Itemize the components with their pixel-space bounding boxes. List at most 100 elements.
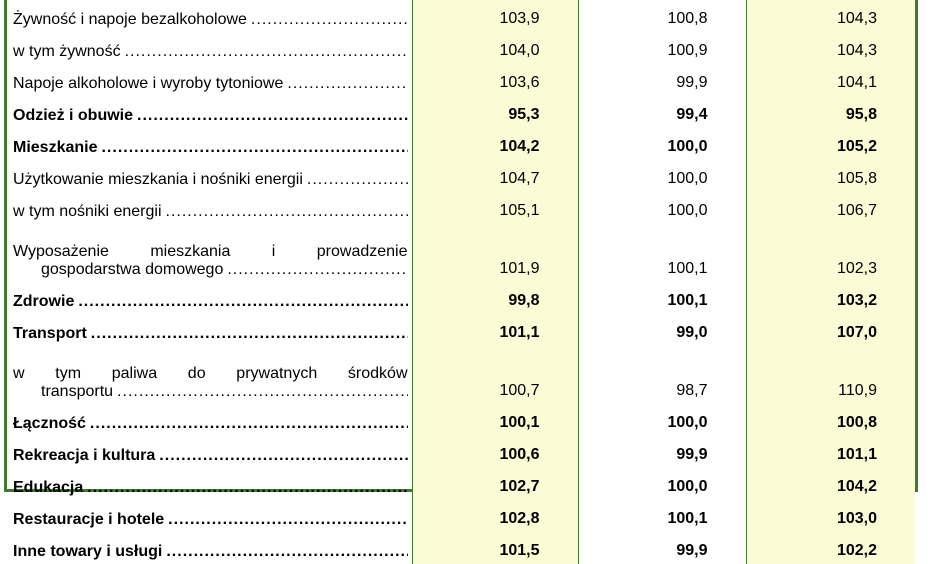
row-label: Odzież i obuwie [13,107,134,124]
price-index-table: Żywność i napoje bezalkoholowe103,9100,8… [7,0,915,564]
table-row: Zdrowie 99,8100,1103,2 [7,282,915,314]
row-label-cell: w tym żywność [7,32,412,64]
value-cell-v1: 99,8 [411,282,578,314]
value-cell-v3: 104,3 [745,0,915,32]
value-cell-v3: 105,2 [745,128,915,160]
value-cell-v1: 101,5 [411,532,578,564]
row-label: Edukacja [13,479,84,496]
row-label: w tym nośniki energii [13,203,162,220]
row-label: Restauracje i hotele [13,511,165,528]
table-row: w tym żywność 104,0100,9104,3 [7,32,915,64]
row-label: Rekreacja i kultura [13,447,156,464]
value-cell-v3: 100,8 [745,404,915,436]
dot-leader [90,415,408,433]
row-label-cell: Restauracje i hotele [7,500,412,532]
value-cell-v3: 104,2 [745,468,915,500]
row-label: Mieszkanie [13,139,98,156]
table-row: Transport 101,199,0107,0 [7,314,915,346]
value-cell-v1: 95,3 [411,96,578,128]
value-cell-v1: 104,0 [411,32,578,64]
dot-leader [166,543,407,561]
value-cell-v1: 101,1 [411,314,578,346]
value-cell-v1: 104,2 [411,128,578,160]
row-label: Inne towary i usługi [13,543,163,560]
row-label: w tym żywność [13,43,121,60]
table-row: Żywność i napoje bezalkoholowe 103,9100,8… [7,0,915,32]
value-cell-v2: 100,0 [577,192,746,224]
dot-leader [168,511,407,529]
value-cell-v1: 102,8 [411,500,578,532]
value-cell-v1: 103,6 [411,64,578,96]
row-label-cell: Wyposażenie mieszkania i prowadzenie gosp… [7,224,412,282]
row-label-line: Wyposażenie mieszkania i prowadzenie [13,243,408,260]
row-label-line: w tym paliwa do prywatnych środków [13,365,408,382]
value-cell-v3: 107,0 [745,314,915,346]
table-row: Napoje alkoholowe i wyroby tytoniowe 103,… [7,64,915,96]
row-label-cell: Żywność i napoje bezalkoholowe [7,0,412,32]
row-label: Napoje alkoholowe i wyroby tytoniowe [13,75,284,92]
value-cell-v1: 100,7 [411,346,578,404]
row-label-cell: Edukacja [7,468,412,500]
table-row: Mieszkanie 104,2100,0105,2 [7,128,915,160]
row-label-cell: w tym paliwa do prywatnych środków transp… [7,346,412,404]
table-row: Wyposażenie mieszkania i prowadzenie gosp… [7,224,915,282]
dot-leader [307,171,408,189]
dot-leader [166,203,408,221]
dot-leader [287,75,407,93]
value-cell-v2: 100,1 [577,224,746,282]
row-label-cell: Inne towary i usługi [7,532,412,564]
value-cell-v2: 100,1 [577,282,746,314]
row-label-cell: Użytkowanie mieszkania i nośniki energii [7,160,412,192]
value-cell-v3: 102,2 [745,532,915,564]
dot-leader [101,139,407,157]
dot-leader [251,11,408,29]
value-cell-v1: 105,1 [411,192,578,224]
table-row: Użytkowanie mieszkania i nośniki energii… [7,160,915,192]
value-cell-v3: 103,0 [745,500,915,532]
table-row: Odzież i obuwie 95,399,495,8 [7,96,915,128]
row-label: Zdrowie [13,293,75,310]
row-label-cell: Transport [7,314,412,346]
row-label: Transport [13,325,87,342]
value-cell-v1: 104,7 [411,160,578,192]
dot-leader [87,479,407,497]
row-label-cell: Rekreacja i kultura [7,436,412,468]
value-cell-v2: 99,4 [577,96,746,128]
table-row: w tym nośniki energii 105,1100,0106,7 [7,192,915,224]
value-cell-v3: 101,1 [745,436,915,468]
table-row: Łączność 100,1100,0100,8 [7,404,915,436]
value-cell-v2: 100,8 [577,0,746,32]
value-cell-v1: 103,9 [411,0,578,32]
value-cell-v3: 95,8 [745,96,915,128]
value-cell-v1: 102,7 [411,468,578,500]
table-row: Restauracje i hotele 102,8100,1103,0 [7,500,915,532]
value-cell-v2: 100,9 [577,32,746,64]
value-cell-v2: 99,0 [577,314,746,346]
value-cell-v3: 110,9 [745,346,915,404]
value-cell-v3: 103,2 [745,282,915,314]
table-row: Edukacja 102,7100,0104,2 [7,468,915,500]
value-cell-v2: 100,0 [577,128,746,160]
dot-leader [91,325,408,343]
table-row: w tym paliwa do prywatnych środków transp… [7,346,915,404]
dot-leader [159,447,407,465]
value-cell-v2: 100,0 [577,404,746,436]
row-label-cell: Łączność [7,404,412,436]
row-label: Użytkowanie mieszkania i nośniki energii [13,171,303,188]
row-label-cell: Mieszkanie [7,128,412,160]
row-label: gospodarstwa domowego [41,261,224,278]
value-cell-v3: 105,8 [745,160,915,192]
value-cell-v2: 99,9 [577,532,746,564]
row-label-cell: w tym nośniki energii [7,192,412,224]
table-row: Rekreacja i kultura 100,699,9101,1 [7,436,915,468]
value-cell-v2: 100,0 [577,160,746,192]
row-label: Żywność i napoje bezalkoholowe [13,11,247,28]
row-label-cell: Odzież i obuwie [7,96,412,128]
value-cell-v2: 99,9 [577,64,746,96]
value-cell-v1: 100,1 [411,404,578,436]
value-cell-v3: 102,3 [745,224,915,282]
value-cell-v2: 99,9 [577,436,746,468]
dot-leader [117,383,407,401]
value-cell-v3: 104,3 [745,32,915,64]
dot-leader [125,43,408,61]
